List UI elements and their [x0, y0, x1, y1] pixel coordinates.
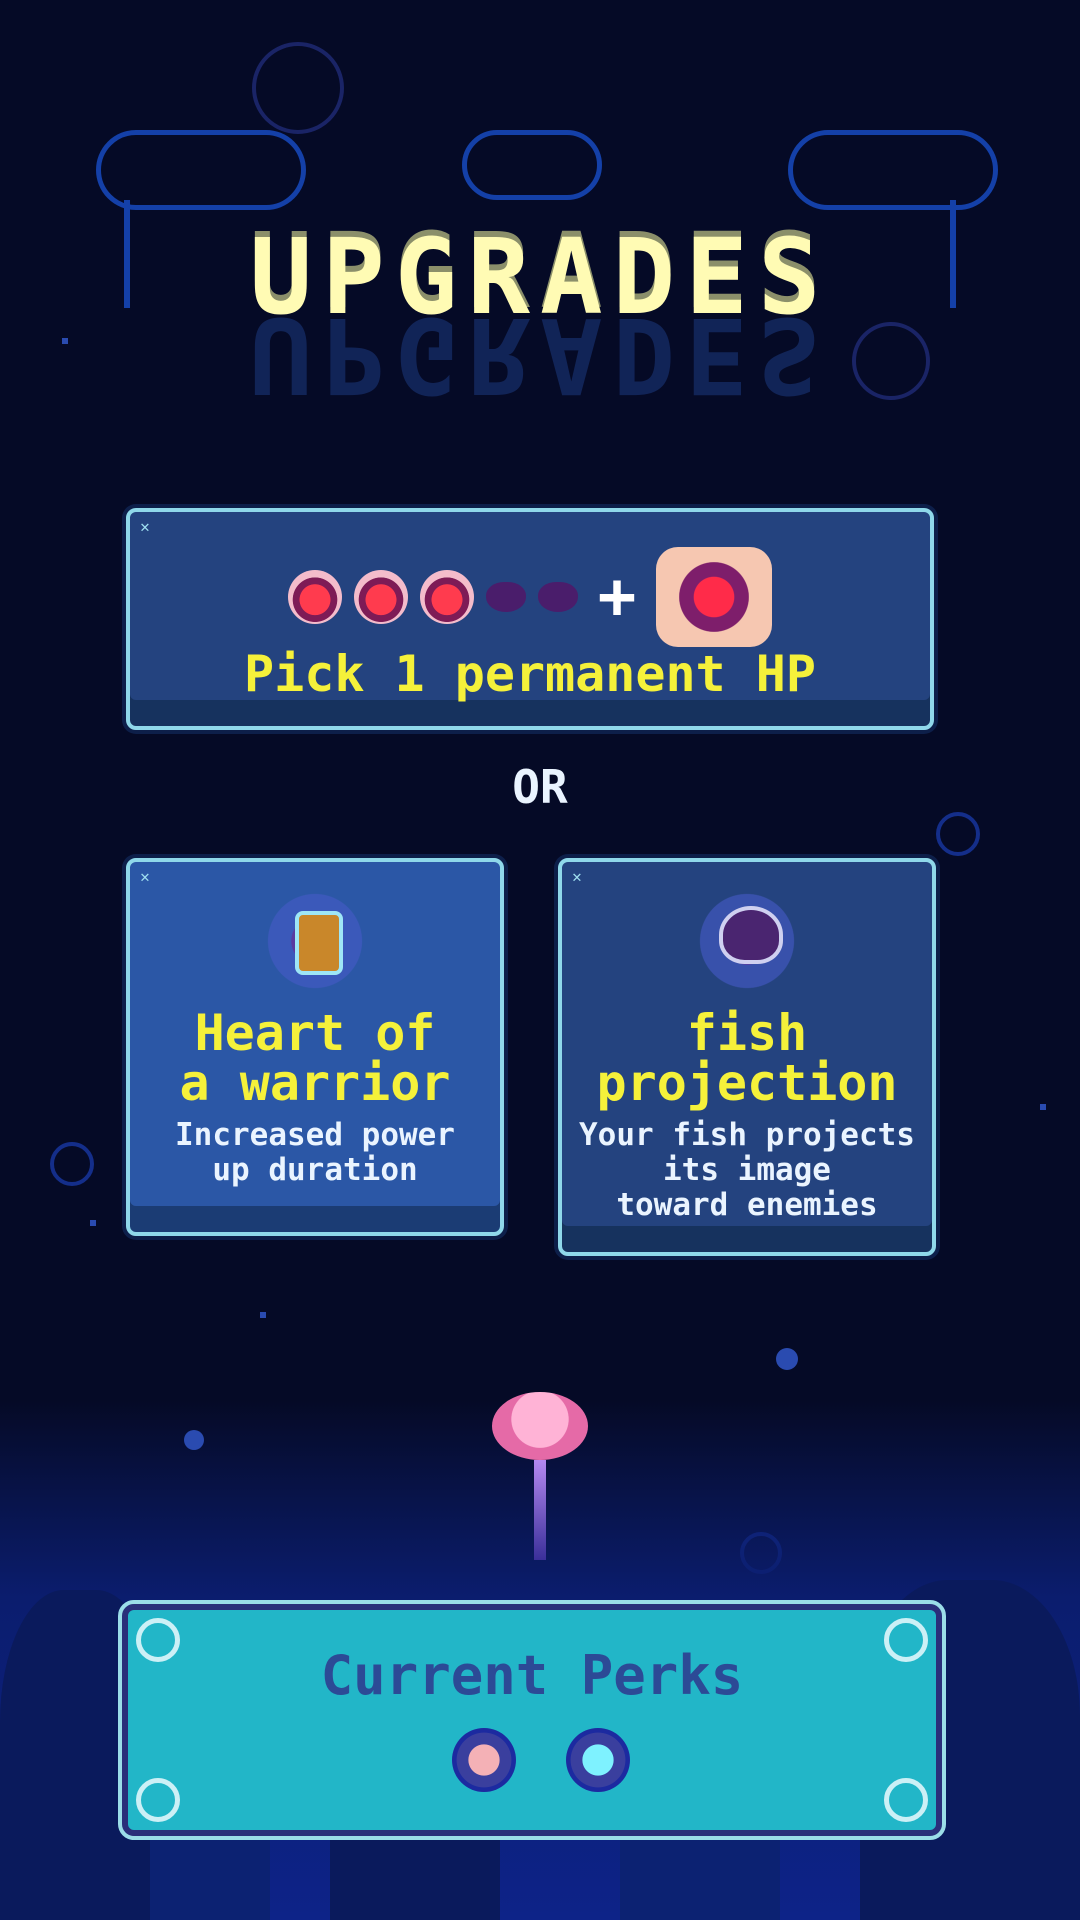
- perk-description: Your fish projects its image toward enem…: [579, 1117, 915, 1223]
- filled-heart-icon: [353, 570, 408, 624]
- perk-title: Heart of a warrior: [179, 1004, 451, 1112]
- frame-ornament-icon: [884, 1778, 928, 1822]
- corner-sparkle-icon: ✕: [572, 867, 582, 886]
- empty-heart-icon: [537, 582, 578, 612]
- heart-gem-icon: [656, 547, 773, 647]
- hp-upgrade-card[interactable]: ✕ + Pick 1 permanent HP: [126, 508, 934, 730]
- star-speck: [1040, 1104, 1046, 1110]
- background-bubble: [184, 1430, 204, 1450]
- cloud-ornament-right: [788, 130, 998, 210]
- cloud-ornament-center: [462, 130, 602, 200]
- background-bubble: [776, 1348, 798, 1370]
- background-bubble: [936, 812, 980, 856]
- star-speck: [260, 1312, 266, 1318]
- player-fish-tail: [534, 1460, 546, 1560]
- hp-upgrade-label: Pick 1 permanent HP: [244, 645, 816, 703]
- cyan-crystal-perk-icon[interactable]: [566, 1728, 630, 1792]
- background-bubble: [50, 1142, 94, 1186]
- perk-card-fish-projection[interactable]: ✕ fish projection Your fish projects its…: [558, 858, 936, 1256]
- perk-title: fish projection: [596, 1004, 898, 1112]
- current-perks-panel[interactable]: Current Perks: [118, 1600, 946, 1840]
- empty-heart-icon: [485, 582, 526, 612]
- plus-symbol: +: [597, 560, 637, 634]
- corner-sparkle-icon: ✕: [140, 517, 150, 536]
- perk-description: Increased power up duration: [175, 1117, 455, 1188]
- filled-heart-icon: [287, 570, 342, 624]
- player-fish: [492, 1392, 588, 1460]
- background-bubble: [252, 42, 344, 134]
- or-separator: OR: [512, 760, 568, 814]
- hp-preview: +: [130, 542, 930, 652]
- filled-heart-icon: [419, 570, 474, 624]
- warrior-bottle-icon: [260, 886, 370, 996]
- corner-sparkle-icon: ✕: [140, 867, 150, 886]
- perk-card-heart-of-a-warrior[interactable]: ✕ Heart of a warrior Increased power up …: [126, 858, 504, 1236]
- pink-orb-perk-icon[interactable]: [452, 1728, 516, 1792]
- star-speck: [90, 1220, 96, 1226]
- current-perks-title: Current Perks: [320, 1644, 744, 1707]
- page-title: UPGRADES: [249, 216, 831, 338]
- frame-ornament-icon: [136, 1778, 180, 1822]
- cloud-ornament-left: [96, 130, 306, 210]
- fish-projection-icon: [692, 886, 802, 996]
